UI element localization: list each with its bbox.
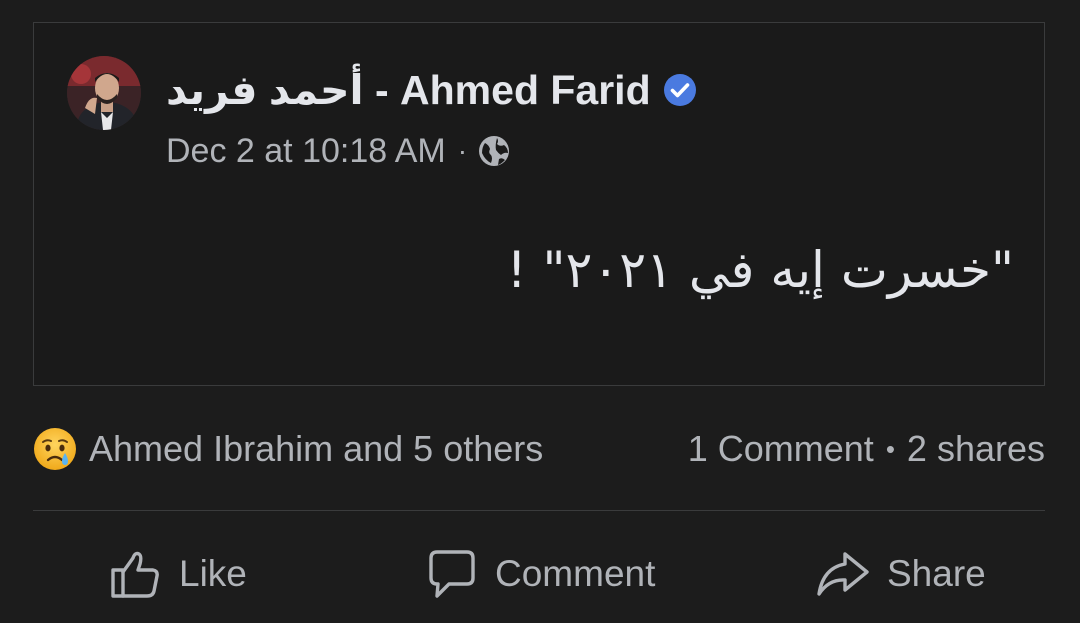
comment-label: Comment — [495, 553, 656, 594]
post-card: أحمد فريد - Ahmed Farid Dec 2 at 10:18 A… — [33, 22, 1045, 386]
thumbs-up-icon — [111, 551, 159, 598]
share-button[interactable]: Share — [815, 536, 986, 612]
comment-count[interactable]: 1 Comment — [688, 428, 874, 470]
reaction-names[interactable]: Ahmed Ibrahim and 5 others — [89, 428, 543, 470]
post-meta: Dec 2 at 10:18 AM · — [166, 129, 511, 173]
like-label: Like — [179, 553, 247, 594]
globe-icon[interactable] — [477, 134, 511, 168]
engagement-counts: 1 Comment • 2 shares — [688, 428, 1045, 470]
post-body-text: "خسرت إيه في ٢٠٢١" ! — [506, 241, 1014, 299]
like-button[interactable]: Like — [107, 536, 247, 612]
share-arrow-icon — [817, 552, 869, 596]
author-avatar[interactable] — [67, 56, 141, 130]
count-separator: • — [885, 433, 895, 464]
meta-separator: · — [457, 135, 468, 166]
author-row: أحمد فريد - Ahmed Farid — [166, 65, 697, 115]
comment-bubble-icon — [429, 550, 475, 598]
divider — [33, 510, 1045, 511]
share-label: Share — [887, 553, 986, 594]
verified-badge-icon — [663, 74, 696, 106]
author-name[interactable]: أحمد فريد - Ahmed Farid — [166, 66, 651, 114]
action-bar: Like Comment Share — [33, 536, 1045, 612]
comment-button[interactable]: Comment — [423, 536, 655, 612]
sad-tear-emoji-icon[interactable] — [33, 427, 77, 471]
post-timestamp[interactable]: Dec 2 at 10:18 AM — [166, 132, 446, 171]
share-count[interactable]: 2 shares — [907, 428, 1045, 470]
avatar-photo-icon — [67, 56, 141, 130]
reactions-summary: Ahmed Ibrahim and 5 others 1 Comment • 2… — [33, 422, 1045, 476]
